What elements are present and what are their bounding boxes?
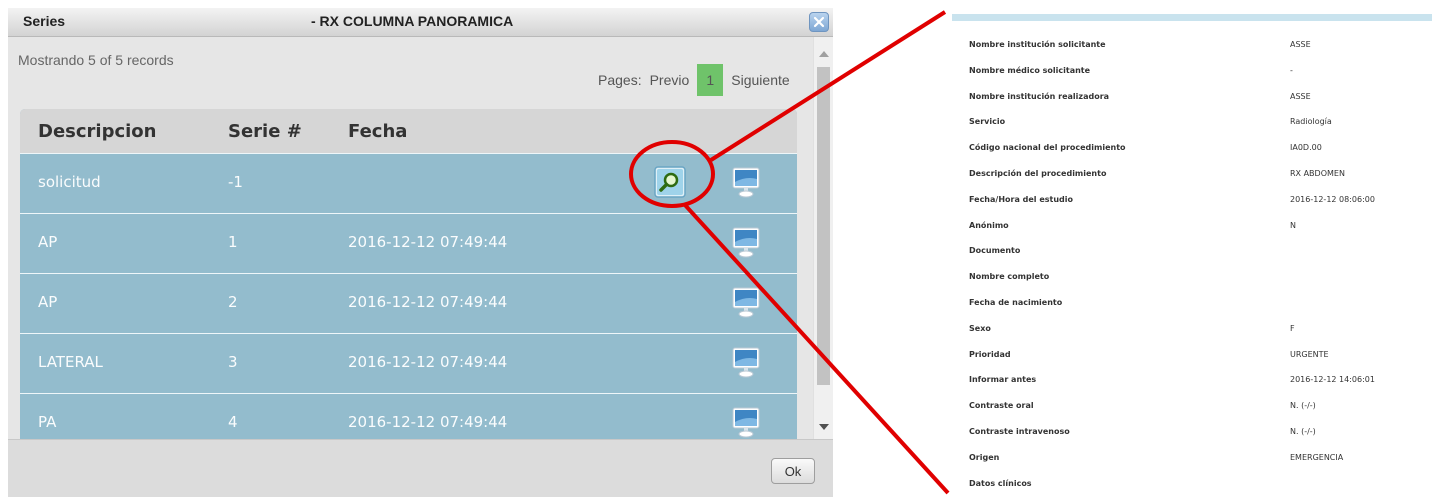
- callout-line-bottom: [683, 203, 950, 495]
- annotation-overlay: [629, 10, 950, 495]
- callout-line-top: [709, 10, 947, 162]
- highlight-circle: [629, 140, 715, 208]
